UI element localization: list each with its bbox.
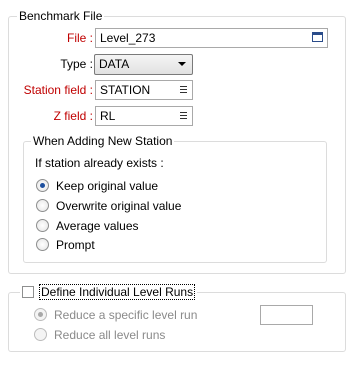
define-level-runs-label: Define Individual Level Runs xyxy=(39,284,196,300)
radio-reduce-all-label: Reduce all level runs xyxy=(54,328,166,342)
file-label: File : xyxy=(66,31,93,45)
radio-reduce-specific[interactable]: Reduce a specific level run xyxy=(34,307,197,323)
radio-average-values[interactable]: Average values xyxy=(36,218,139,234)
radio-average-values-label: Average values xyxy=(56,219,139,233)
chevron-down-icon xyxy=(178,62,186,66)
radio-keep-original-control[interactable] xyxy=(36,179,49,193)
radio-reduce-specific-label: Reduce a specific level run xyxy=(54,308,198,322)
z-field-value: RL xyxy=(100,109,116,123)
radio-overwrite-original-control[interactable] xyxy=(36,199,49,213)
station-field-label: Station field : xyxy=(23,83,93,97)
radio-prompt-control[interactable] xyxy=(36,238,49,252)
level-runs-group: Define Individual Level Runs Reduce a sp… xyxy=(8,284,346,352)
list-icon[interactable] xyxy=(180,112,187,120)
station-field-input[interactable]: STATION xyxy=(95,80,193,100)
define-level-runs-checkbox[interactable]: Define Individual Level Runs xyxy=(20,284,198,300)
z-field-input[interactable]: RL xyxy=(95,106,193,126)
file-value: Level_273 xyxy=(100,31,156,45)
define-level-runs-checkbox-control[interactable] xyxy=(22,285,34,298)
benchmark-file-title: Benchmark File xyxy=(17,9,105,23)
new-station-group: When Adding New Station If station alrea… xyxy=(23,134,327,263)
radio-prompt[interactable]: Prompt xyxy=(36,237,95,253)
station-exists-prompt: If station already exists : xyxy=(35,156,164,170)
type-label: Type : xyxy=(60,57,93,71)
station-field-value: STATION xyxy=(100,83,151,97)
radio-overwrite-original-label: Overwrite original value xyxy=(56,199,182,213)
radio-keep-original-label: Keep original value xyxy=(56,179,159,193)
type-value: DATA xyxy=(99,57,130,71)
list-icon[interactable] xyxy=(180,86,187,94)
z-field-label: Z field : xyxy=(53,109,93,123)
file-field[interactable]: Level_273 xyxy=(95,28,328,48)
new-station-title: When Adding New Station xyxy=(31,134,175,148)
type-dropdown[interactable]: DATA xyxy=(94,54,193,75)
radio-overwrite-original[interactable]: Overwrite original value xyxy=(36,198,181,214)
radio-keep-original[interactable]: Keep original value xyxy=(36,178,158,194)
radio-reduce-all[interactable]: Reduce all level runs xyxy=(34,327,165,343)
radio-reduce-specific-control[interactable] xyxy=(34,308,47,322)
browse-icon[interactable] xyxy=(312,32,323,42)
radio-reduce-all-control[interactable] xyxy=(34,328,47,342)
level-run-input[interactable] xyxy=(260,305,313,325)
radio-prompt-label: Prompt xyxy=(56,238,95,252)
radio-average-values-control[interactable] xyxy=(36,219,49,233)
